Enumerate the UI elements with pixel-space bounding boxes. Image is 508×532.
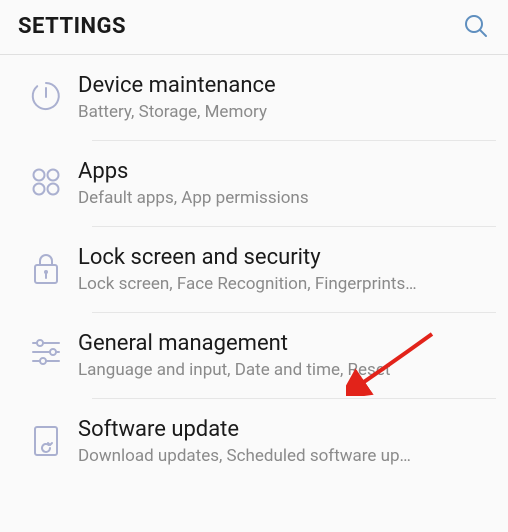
settings-list: Device maintenance Battery, Storage, Mem… [0,55,508,484]
device-maintenance-icon [14,73,78,113]
item-body: Device maintenance Battery, Storage, Mem… [78,73,494,122]
item-title: Device maintenance [78,73,494,98]
page-title: SETTINGS [18,14,126,39]
settings-item-general-management[interactable]: General management Language and input, D… [0,313,508,398]
item-title: General management [78,331,494,356]
item-subtitle: Language and input, Date and time, Reset [78,360,494,380]
item-body: Software update Download updates, Schedu… [78,417,494,466]
item-subtitle: Download updates, Scheduled software up… [78,446,494,466]
item-title: Apps [78,159,494,184]
item-body: Lock screen and security Lock screen, Fa… [78,245,494,294]
search-icon[interactable] [462,12,490,40]
item-body: Apps Default apps, App permissions [78,159,494,208]
item-subtitle: Battery, Storage, Memory [78,102,494,122]
apps-icon [14,159,78,199]
software-update-icon [14,417,78,459]
item-body: General management Language and input, D… [78,331,494,380]
settings-item-lock-security[interactable]: Lock screen and security Lock screen, Fa… [0,227,508,312]
settings-item-software-update[interactable]: Software update Download updates, Schedu… [0,399,508,484]
settings-item-apps[interactable]: Apps Default apps, App permissions [0,141,508,226]
item-subtitle: Lock screen, Face Recognition, Fingerpri… [78,274,494,294]
item-subtitle: Default apps, App permissions [78,188,494,208]
settings-item-device-maintenance[interactable]: Device maintenance Battery, Storage, Mem… [0,55,508,140]
lock-icon [14,245,78,287]
item-title: Lock screen and security [78,245,494,270]
item-title: Software update [78,417,494,442]
sliders-icon [14,331,78,367]
header: SETTINGS [0,0,508,55]
